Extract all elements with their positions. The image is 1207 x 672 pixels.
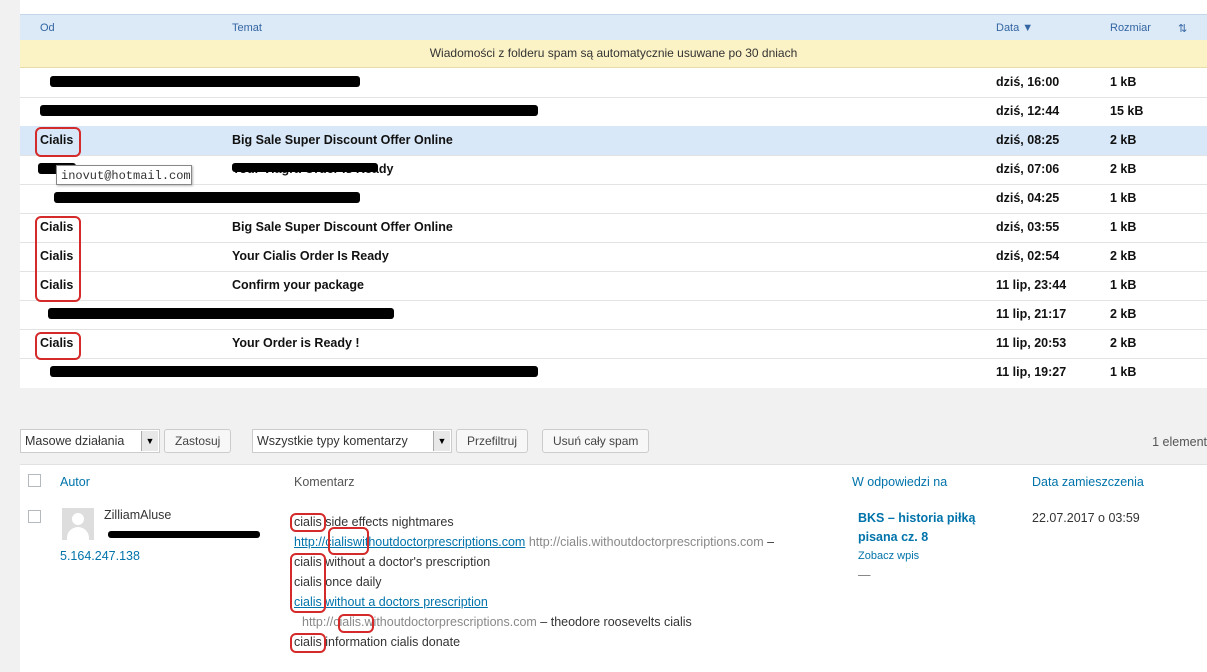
redaction-bar <box>108 531 260 538</box>
col-date[interactable]: Data zamieszczenia <box>1032 475 1144 489</box>
delete-all-spam-button[interactable]: Usuń cały spam <box>542 429 650 453</box>
mail-row[interactable]: Cialis Your Cialis Order Is Ready dziś, … <box>20 242 1207 272</box>
redaction-bar <box>54 192 360 203</box>
mail-row[interactable]: Your Viagra Order Is Ready dziś, 07:06 2… <box>20 155 1207 185</box>
wp-comments-panel: Masowe działania ▼ Zastosuj Wszystkie ty… <box>20 420 1207 672</box>
redaction-bar <box>50 366 538 377</box>
chevron-down-icon: ▼ <box>141 431 158 451</box>
comment-date: 22.07.2017 o 03:59 <box>1032 511 1140 525</box>
avatar-head <box>72 513 84 525</box>
top-strip <box>20 0 1207 14</box>
highlight-ring <box>35 127 81 157</box>
sender-tooltip: inovut@hotmail.com <box>56 165 192 185</box>
redaction-bar <box>232 163 378 172</box>
highlight-ring <box>290 553 326 613</box>
col-comment: Komentarz <box>294 475 355 489</box>
mail-row[interactable]: Cialis Your Order is Ready ! 11 lip, 20:… <box>20 329 1207 359</box>
avatar-torso <box>67 527 89 540</box>
items-count: 1 element <box>1152 435 1207 449</box>
highlight-ring <box>338 614 374 633</box>
col-date[interactable]: Data ▼ <box>996 22 1033 34</box>
select-all-checkbox[interactable] <box>28 474 41 487</box>
bulk-actions-select[interactable]: Masowe działania ▼ <box>20 429 160 453</box>
author-ip-link[interactable]: 5.164.247.138 <box>60 549 140 563</box>
col-reply-to[interactable]: W odpowiedzi na <box>852 475 947 489</box>
row-checkbox[interactable] <box>28 510 41 523</box>
highlight-ring <box>35 332 81 360</box>
comments-table-header: Autor Komentarz W odpowiedzi na Data zam… <box>20 464 1207 499</box>
col-subject[interactable]: Temat <box>232 22 262 34</box>
mail-row[interactable]: Cialis Big Sale Super Discount Offer Onl… <box>20 213 1207 243</box>
author-name: ZilliamAluse <box>104 508 172 522</box>
highlight-ring <box>290 633 326 653</box>
mail-row[interactable]: Cialis Confirm your package 11 lip, 23:4… <box>20 271 1207 301</box>
reply-dash: — <box>858 568 871 582</box>
avatar <box>62 508 94 540</box>
highlight-ring <box>35 216 81 302</box>
filter-button[interactable]: Przefiltruj <box>456 429 529 453</box>
col-author[interactable]: Autor <box>60 475 90 489</box>
col-from[interactable]: Od <box>40 22 55 34</box>
reply-post-link[interactable]: pisana cz. 8 <box>858 530 928 544</box>
view-post-link[interactable]: Zobacz wpis <box>858 550 919 562</box>
apply-button[interactable]: Zastosuj <box>164 429 232 453</box>
mail-row-selected[interactable]: Cialis Big Sale Super Discount Offer Onl… <box>20 126 1207 156</box>
spam-notice: Wiadomości z folderu spam są automatyczn… <box>20 40 1207 68</box>
chevron-down-icon: ▼ <box>433 431 450 451</box>
redaction-bar <box>50 76 360 87</box>
redaction-bar <box>48 308 394 319</box>
comment-types-select[interactable]: Wszystkie typy komentarzy ▼ <box>252 429 452 453</box>
highlight-ring <box>290 513 326 532</box>
column-settings-icon[interactable]: ⇅ <box>1178 22 1187 35</box>
highlight-ring <box>328 527 369 555</box>
col-size[interactable]: Rozmiar <box>1110 22 1151 34</box>
spam-mail-list: Od Temat Data ▼ Rozmiar ⇅ Wiadomości z f… <box>20 0 1207 388</box>
comment-row: ZilliamAluse 5.164.247.138 cialis side e… <box>20 498 1207 672</box>
reply-post-link[interactable]: BKS – historia piłką <box>858 511 975 525</box>
redaction-bar <box>40 105 538 116</box>
mail-list-header: Od Temat Data ▼ Rozmiar ⇅ <box>20 14 1207 41</box>
